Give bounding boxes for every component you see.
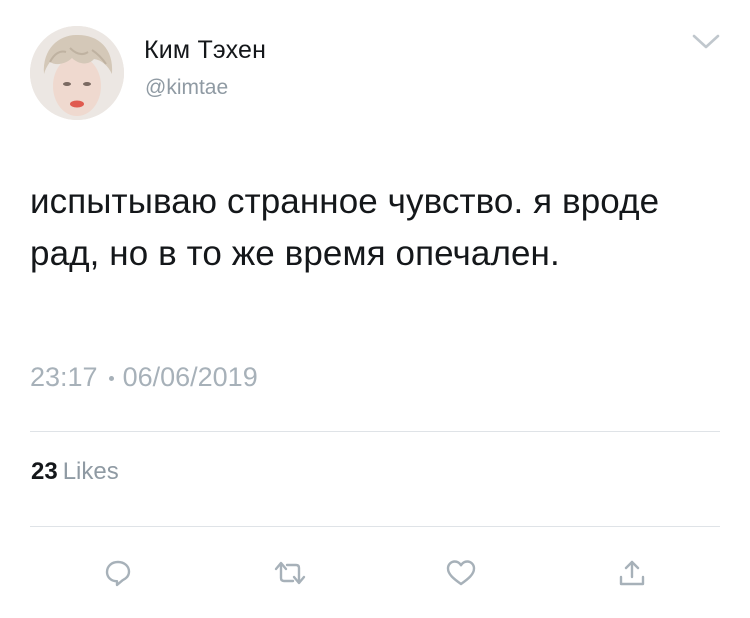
- tweet-timestamp: 23:17 06/06/2019: [30, 362, 258, 393]
- display-name[interactable]: Ким Тэхен: [144, 36, 266, 65]
- retweet-icon: [274, 561, 306, 585]
- reply-button[interactable]: [98, 553, 138, 593]
- tweet-text: испытываю странное чувство. я вроде рад,…: [30, 182, 660, 273]
- avatar-photo: [30, 26, 124, 120]
- tweet-time: 23:17: [30, 362, 98, 392]
- share-icon: [619, 560, 645, 586]
- retweet-button[interactable]: [270, 553, 310, 593]
- share-button[interactable]: [612, 553, 652, 593]
- likes-count: 23: [31, 458, 58, 485]
- tweet-card: Ким Тэхен @kimtae испытываю странное чув…: [0, 0, 750, 618]
- divider-top: [30, 431, 720, 432]
- reply-icon: [105, 560, 131, 587]
- separator-dot: [108, 376, 114, 381]
- like-button[interactable]: [441, 553, 481, 593]
- heart-icon: [446, 560, 476, 586]
- tweet-date: 06/06/2019: [122, 362, 258, 392]
- likes-label: Likes: [62, 458, 119, 485]
- likes-stat[interactable]: 23 Likes: [31, 458, 119, 486]
- avatar[interactable]: [30, 26, 124, 120]
- chevron-down-icon[interactable]: [690, 30, 722, 54]
- user-handle[interactable]: @kimtae: [145, 76, 228, 100]
- divider-bottom: [30, 526, 720, 527]
